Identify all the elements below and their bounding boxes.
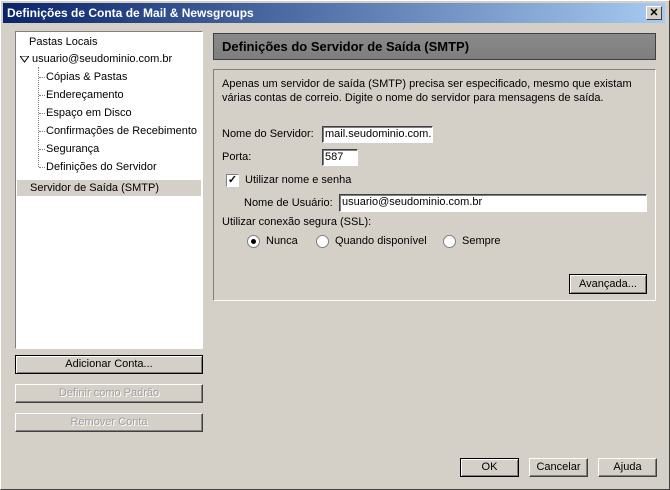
add-account-button[interactable]: Adicionar Conta... [15,355,203,374]
ssl-never-radio[interactable] [247,235,260,248]
ssl-never-label: Nunca [266,235,298,247]
description-line-1: Apenas um servidor de saída (SMTP) preci… [222,78,632,90]
username-label: Nome de Usuário: [244,197,333,209]
tree-branch [39,131,45,132]
tree-branch [39,149,45,150]
window-title: Definições de Conta de Mail & Newsgroups [7,6,254,20]
tree-item-label: Servidor de Saída (SMTP) [30,182,159,194]
ssl-always-radio[interactable] [443,235,456,248]
server-name-input[interactable]: mail.seudominio.com.br [322,126,433,143]
title-bar: Definições de Conta de Mail & Newsgroups… [3,3,665,23]
tree-item-label: Cópias & Pastas [46,71,128,83]
use-auth-label: Utilizar nome e senha [245,174,352,186]
tree-branch [39,95,45,96]
tree-branch [39,113,45,114]
use-auth-checkbox[interactable]: ✓ [226,174,239,187]
ssl-always-label: Sempre [462,235,501,247]
close-button[interactable]: ✕ [646,6,662,20]
tree-item-smtp-server[interactable]: Servidor de Saída (SMTP) [17,180,201,196]
tree-item-addressing[interactable]: Endereçamento [46,87,124,103]
server-name-label: Nome do Servidor: [222,128,314,140]
description-line-2: várias contas de correio. Digite o nome … [222,92,604,104]
ssl-label: Utilizar conexão segura (SSL): [222,216,372,228]
ok-button[interactable]: OK [460,458,519,477]
triangle-down-icon[interactable] [20,56,29,63]
account-tree: Pastas Locais usuario@seudominio.com.br … [15,31,203,349]
ssl-when-available-label: Quando disponível [335,235,427,247]
tree-branch [39,167,45,168]
cancel-button[interactable]: Cancelar [529,458,588,477]
smtp-settings-group: Apenas um servidor de saída (SMTP) preci… [213,69,656,301]
tree-item-local-folders[interactable]: Pastas Locais [29,34,97,50]
tree-item-label: Confirmações de Recebimento [46,125,198,137]
tree-item-label: Definições do Servidor [46,161,157,173]
username-input[interactable]: usuario@seudominio.com.br [339,194,647,212]
tree-item-disk-space[interactable]: Espaço em Disco [46,105,132,121]
tree-item-label: Endereçamento [46,89,124,101]
remove-account-button[interactable]: Remover Conta [15,413,203,432]
dialog-window: Definições de Conta de Mail & Newsgroups… [0,0,670,490]
ssl-when-available-radio[interactable] [316,235,329,248]
tree-item-label: Pastas Locais [29,36,98,48]
tree-item-return-receipts[interactable]: Confirmações de Recebimento [46,123,197,139]
tree-item-security[interactable]: Segurança [46,141,99,157]
set-default-button[interactable]: Definir como Padrão [15,384,203,403]
port-label: Porta: [222,151,252,163]
tree-item-copies-folders[interactable]: Cópias & Pastas [46,69,127,85]
tree-branch [39,77,45,78]
panel-header: Definições do Servidor de Saída (SMTP) [213,33,656,60]
advanced-button[interactable]: Avançada... [569,274,647,294]
tree-guide-line [38,67,39,167]
tree-item-server-settings[interactable]: Definições do Servidor [46,159,157,175]
tree-item-label: usuario@seudominio.com.br [32,53,173,65]
help-button[interactable]: Ajuda [598,458,657,477]
close-icon: ✕ [649,7,659,19]
tree-item-label: Segurança [46,143,100,155]
tree-item-label: Espaço em Disco [46,107,132,119]
port-input[interactable]: 587 [322,149,358,166]
tree-item-account[interactable]: usuario@seudominio.com.br [32,51,172,67]
